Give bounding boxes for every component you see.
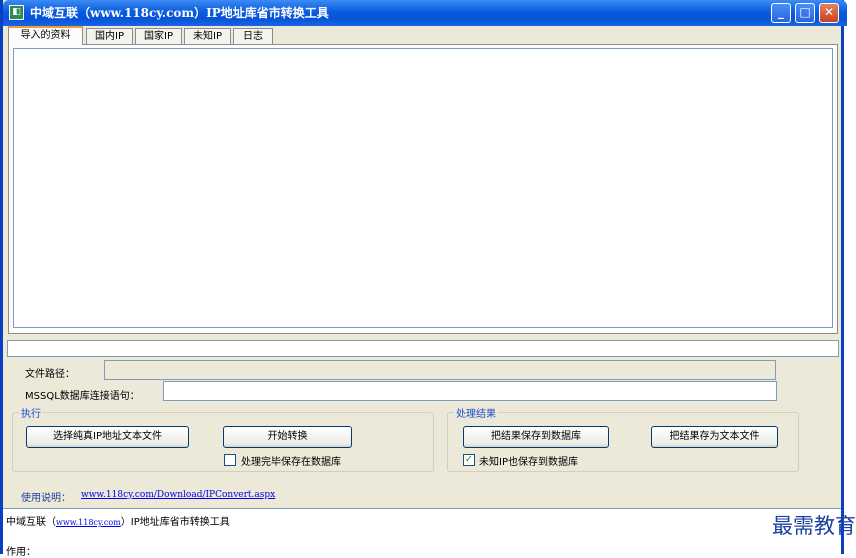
tab-panel <box>8 44 838 334</box>
tab-log[interactable]: 日志 <box>233 28 273 44</box>
file-path-field[interactable] <box>104 360 776 380</box>
result-group-legend: 处理结果 <box>454 405 498 420</box>
tab-country-ip[interactable]: 国家IP <box>135 28 182 44</box>
mssql-connection-input[interactable] <box>163 381 777 401</box>
app-icon: ◧ <box>9 5 24 20</box>
save-as-text-button[interactable]: 把结果存为文本文件 <box>651 426 778 448</box>
log-line-2: 作用： <box>6 547 36 558</box>
maximize-button[interactable]: □ <box>795 3 815 23</box>
minimize-button[interactable]: _ <box>771 3 791 23</box>
save-after-processing-label: 处理完毕保存在数据库 <box>241 457 341 468</box>
title-bar[interactable]: ◧ 中域互联（www.118cy.com）IP地址库省市转换工具 _ □ ✕ <box>3 0 847 26</box>
watermark-text: 最需教育 <box>772 514 856 538</box>
execute-group-legend: 执行 <box>19 405 43 420</box>
usage-link[interactable]: www.118cy.com/Download/IPConvert.aspx <box>81 490 275 500</box>
progress-bar <box>7 340 839 357</box>
log-line-1-prefix: 中域互联（ <box>6 517 56 528</box>
imported-data-list[interactable] <box>13 48 833 328</box>
tab-unknown-ip[interactable]: 未知IP <box>184 28 231 44</box>
save-after-processing-checkbox[interactable] <box>224 454 236 466</box>
file-path-label: 文件路径： <box>25 369 75 380</box>
start-convert-button[interactable]: 开始转换 <box>223 426 352 448</box>
unknown-ip-save-checkbox[interactable]: ✓ <box>463 454 475 466</box>
log-textbox[interactable]: 中域互联（www.118cy.com）IP地址库省市转换工具 作用： <box>3 508 841 558</box>
tab-domestic-ip[interactable]: 国内IP <box>86 28 133 44</box>
close-button[interactable]: ✕ <box>819 3 839 23</box>
log-line-1: 中域互联（www.118cy.com）IP地址库省市转换工具 <box>6 513 230 528</box>
app-window: ◧ 中域互联（www.118cy.com）IP地址库省市转换工具 _ □ ✕ 导… <box>0 0 847 558</box>
log-line-1-link[interactable]: www.118cy.com <box>56 518 121 527</box>
save-to-database-button[interactable]: 把结果保存到数据库 <box>463 426 609 448</box>
window-title: 中域互联（www.118cy.com）IP地址库省市转换工具 <box>30 6 329 20</box>
tab-imported-data[interactable]: 导入的资料 <box>8 26 83 45</box>
mssql-connection-label: MSSQL数据库连接语句： <box>25 391 140 402</box>
usage-label: 使用说明： <box>21 493 71 504</box>
log-line-1-suffix: ）IP地址库省市转换工具 <box>120 517 230 528</box>
select-file-button[interactable]: 选择纯真IP地址文本文件 <box>26 426 189 448</box>
unknown-ip-save-label: 未知IP也保存到数据库 <box>479 457 578 468</box>
